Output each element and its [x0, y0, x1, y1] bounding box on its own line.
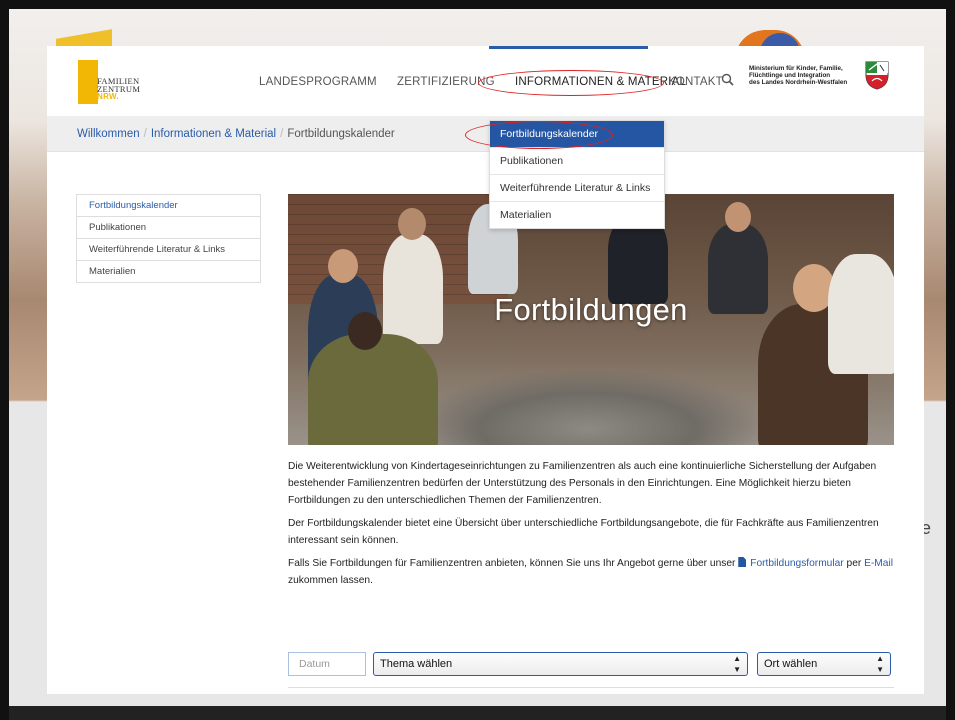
intro-text: Die Weiterentwicklung von Kindertagesein…	[288, 458, 894, 595]
hero-person-head	[398, 208, 426, 240]
logo-line: NRW.	[97, 92, 119, 101]
select-arrows-icon: ▲ ▼	[876, 654, 884, 674]
fortbildungsformular-link[interactable]: Fortbildungsformular	[750, 558, 843, 569]
sidebar-item-fortbildungskalender[interactable]: Fortbildungskalender	[77, 195, 260, 217]
hero-image: Fortbildungen	[288, 194, 894, 445]
annotation-ellipse-nav	[478, 70, 664, 96]
select-arrows-icon: ▲ ▼	[733, 654, 741, 674]
frame-border	[946, 0, 955, 720]
intro-paragraph: Falls Sie Fortbildungen für Familienzent…	[288, 555, 894, 589]
dropdown-item-materialien[interactable]: Materialien	[490, 202, 664, 228]
paragraph-text: Falls Sie Fortbildungen für Familienzent…	[288, 558, 736, 569]
logo-text: FAMILIEN ZENTRUM NRW.	[97, 77, 140, 101]
annotation-ellipse-dropdown	[465, 121, 613, 149]
ministry-label[interactable]: Ministerium für Kinder, Familie, Flüchtl…	[749, 65, 847, 86]
breadcrumb-separator: /	[280, 128, 284, 140]
place-select[interactable]: Ort wählen ▲ ▼	[757, 652, 891, 676]
nrw-crest-icon	[865, 61, 889, 90]
search-icon[interactable]	[721, 73, 735, 89]
sidebar-item-materialien[interactable]: Materialien	[77, 261, 260, 282]
nav-item-kontakt[interactable]: KONTAKT	[668, 76, 723, 88]
sidebar-menu: Fortbildungskalender Publikationen Weite…	[76, 194, 261, 283]
ministry-line: Ministerium für Kinder, Familie,	[749, 65, 843, 72]
frame-border	[0, 0, 9, 720]
place-select-value: Ort wählen	[764, 658, 818, 670]
frame-border	[0, 706, 955, 720]
hero-person	[308, 334, 438, 445]
sidebar-item-literatur-links[interactable]: Weiterführende Literatur & Links	[77, 239, 260, 261]
breadcrumb-current: Fortbildungskalender	[287, 128, 395, 140]
breadcrumb-home-link[interactable]: Willkommen	[77, 128, 140, 140]
breadcrumb-separator: /	[143, 128, 147, 140]
topic-select-value: Thema wählen	[380, 658, 453, 670]
email-link[interactable]: E-Mail	[864, 558, 893, 569]
intro-paragraph: Die Weiterentwicklung von Kindertagesein…	[288, 461, 877, 506]
website-page: FAMILIEN ZENTRUM NRW. LANDESPROGRAMM ZER…	[47, 46, 924, 694]
dropdown-item-publikationen[interactable]: Publikationen	[490, 148, 664, 175]
nav-item-landesprogramm[interactable]: LANDESPROGRAMM	[259, 76, 377, 88]
paragraph-text: per	[846, 558, 862, 569]
document-icon	[738, 557, 747, 567]
dropdown-item-literatur-links[interactable]: Weiterführende Literatur & Links	[490, 175, 664, 202]
sidebar-item-publikationen[interactable]: Publikationen	[77, 217, 260, 239]
hero-person-head	[328, 249, 358, 283]
frame-border	[0, 0, 955, 9]
hero-person-head	[725, 202, 751, 232]
ministry-line: des Landes Nordrhein-Westfalen	[749, 79, 848, 86]
logo-mark	[78, 60, 98, 104]
filter-bar: Datum Thema wählen ▲ ▼ Ort wählen ▲ ▼	[288, 651, 894, 679]
breadcrumb: Willkommen / Informationen & Material / Fort…	[77, 128, 395, 140]
nav-active-indicator	[489, 46, 648, 49]
divider	[288, 687, 894, 688]
intro-paragraph: Der Fortbildungskalender bietet eine Übe…	[288, 518, 879, 546]
breadcrumb-section-link[interactable]: Informationen & Material	[151, 128, 276, 140]
topic-select[interactable]: Thema wählen ▲ ▼	[373, 652, 748, 676]
ministry-line: Flüchtlinge und Integration	[749, 72, 831, 79]
familienzentrum-logo[interactable]: FAMILIEN ZENTRUM NRW.	[78, 60, 150, 106]
hero-title: Fortbildungen	[494, 292, 688, 327]
paragraph-text: zukommen lassen.	[288, 575, 373, 586]
date-filter-input[interactable]: Datum	[288, 652, 366, 676]
